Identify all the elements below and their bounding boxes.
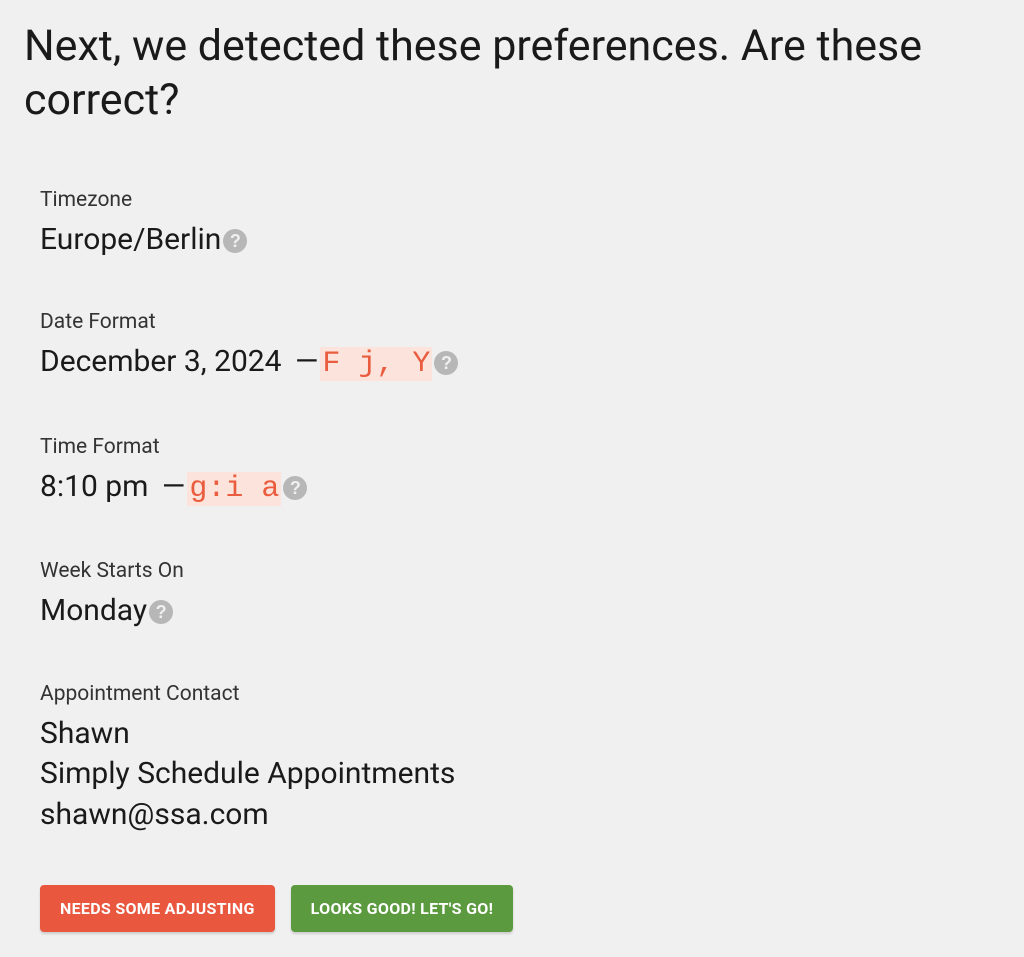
contact-block: Appointment Contact Shawn Simply Schedul… <box>40 682 1000 836</box>
week-starts-block: Week Starts On Monday? <box>40 559 1000 632</box>
time-format-code: g:i a <box>187 472 281 506</box>
date-format-example: December 3, 2024 <box>40 344 282 379</box>
timezone-block: Timezone Europe/Berlin? <box>40 188 1000 261</box>
help-icon[interactable]: ? <box>283 476 307 500</box>
looks-good-button[interactable]: Looks Good! Let's Go! <box>291 885 514 932</box>
needs-adjusting-button[interactable]: Needs Some Adjusting <box>40 885 275 932</box>
date-format-code: F j, Y <box>320 347 432 381</box>
time-format-value-line: 8:10 pm —g:i a? <box>40 467 1000 510</box>
contact-name: Shawn <box>40 714 1000 755</box>
timezone-label: Timezone <box>40 188 1000 212</box>
timezone-value: Europe/Berlin <box>40 222 221 257</box>
time-format-label: Time Format <box>40 435 1000 459</box>
time-format-block: Time Format 8:10 pm —g:i a? <box>40 435 1000 510</box>
button-row: Needs Some Adjusting Looks Good! Let's G… <box>40 885 1000 932</box>
contact-email: shawn@ssa.com <box>40 795 1000 836</box>
week-starts-value: Monday <box>40 593 147 628</box>
help-icon[interactable]: ? <box>223 229 247 253</box>
week-starts-value-line: Monday? <box>40 591 1000 632</box>
preferences-list: Timezone Europe/Berlin? Date Format Dece… <box>24 188 1000 933</box>
help-icon[interactable]: ? <box>149 600 173 624</box>
time-format-example: 8:10 pm <box>40 469 148 504</box>
timezone-value-line: Europe/Berlin? <box>40 220 1000 261</box>
dash-separator: — <box>148 469 187 504</box>
week-starts-label: Week Starts On <box>40 559 1000 583</box>
date-format-label: Date Format <box>40 310 1000 334</box>
contact-details: Shawn Simply Schedule Appointments shawn… <box>40 714 1000 836</box>
page-title: Next, we detected these preferences. Are… <box>24 20 1000 128</box>
contact-org: Simply Schedule Appointments <box>40 754 1000 795</box>
contact-label: Appointment Contact <box>40 682 1000 706</box>
help-icon[interactable]: ? <box>434 351 458 375</box>
dash-separator: — <box>282 344 321 379</box>
date-format-block: Date Format December 3, 2024 —F j, Y? <box>40 310 1000 385</box>
date-format-value-line: December 3, 2024 —F j, Y? <box>40 342 1000 385</box>
